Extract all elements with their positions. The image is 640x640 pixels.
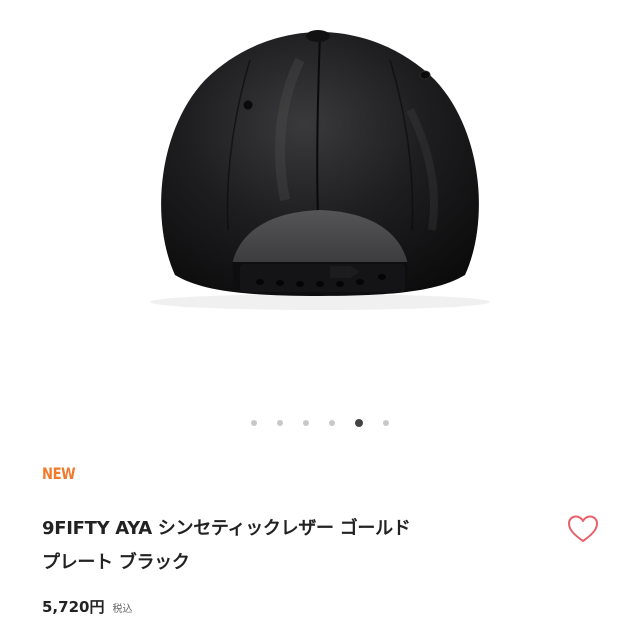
carousel-dot-2[interactable] (277, 420, 283, 426)
product-title-line-2: プレート ブラック (42, 552, 190, 573)
product-title-line-1: 9FIFTY AYA シンセティックレザー ゴールド (42, 518, 411, 539)
product-title: 9FIFTY AYA シンセティックレザー ゴールド プレート ブラック (42, 512, 512, 580)
carousel-dot-4[interactable] (329, 420, 335, 426)
carousel-dot-3[interactable] (303, 420, 309, 426)
carousel-indicator (0, 417, 640, 429)
like-button[interactable] (566, 513, 600, 545)
carousel-dot-5-active[interactable] (355, 419, 363, 427)
new-badge: NEW (42, 464, 76, 483)
price-row: 5,720円 税込 (42, 596, 132, 617)
product-image[interactable] (0, 0, 640, 400)
price: 5,720円 (42, 598, 105, 616)
carousel-dot-1[interactable] (251, 420, 257, 426)
cap-image (150, 30, 490, 310)
carousel-dot-6[interactable] (383, 420, 389, 426)
heart-outline-icon (568, 515, 598, 542)
tax-label: 税込 (112, 604, 133, 615)
